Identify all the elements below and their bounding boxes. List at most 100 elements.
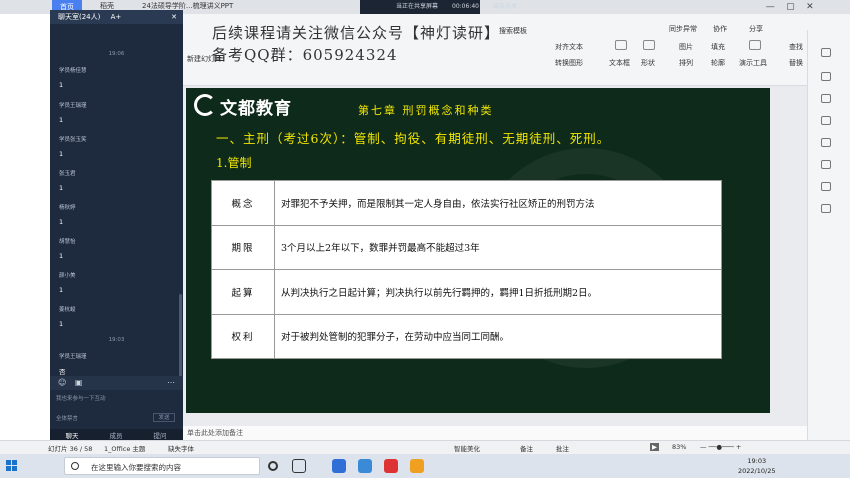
end-share-button[interactable]: 结束共享 <box>493 3 517 10</box>
replace-button[interactable]: 替换 <box>789 58 803 68</box>
taskbar-search[interactable]: 在这里输入你要搜索的内容 <box>64 457 260 475</box>
image-icon[interactable]: ▣ <box>75 378 83 387</box>
slide[interactable]: 文都教育 第七章 刑罚概念和种类 一、主刑（考过6次）：管制、拘役、有期徒刑、无… <box>186 88 770 413</box>
chat-msg-name: 胡慧怡 <box>59 239 76 245</box>
fill-button[interactable]: 填充 <box>711 42 725 52</box>
chat-msg-text: 1 <box>59 116 64 124</box>
notes-toggle[interactable]: 备注 <box>520 443 533 453</box>
app-icon-folder[interactable] <box>410 459 424 473</box>
row-value: 对罪犯不予关押，而是限制其一定人身自由，依法实行社区矫正的刑罚方法 <box>274 180 722 226</box>
wps-icon[interactable] <box>384 459 398 473</box>
outline-button[interactable]: 轮廓 <box>711 58 725 68</box>
chat-msg-name: 学员王瑞瑾 <box>59 103 87 109</box>
app-icon-p[interactable] <box>332 459 346 473</box>
presentation-tools-button[interactable]: 演示工具 <box>739 58 767 68</box>
collab-button[interactable]: 协作 <box>713 24 727 34</box>
screen-share-bar: 当正在共享屏幕 00:06:40 结束共享 <box>360 0 517 14</box>
font-size-icon[interactable]: A+ <box>111 13 122 21</box>
arrange-button[interactable]: 排列 <box>679 58 693 68</box>
status-bar: 幻灯片 36 / 58 1_Office 主题 缺失字体 智能美化 备注 批注 … <box>0 440 850 454</box>
chat-title: 聊天室(24人) <box>58 13 101 21</box>
window-controls[interactable]: — ▢ ✕ <box>760 0 850 14</box>
emoji-icon[interactable]: ☺ <box>58 378 66 387</box>
chat-msg-text: 1 <box>59 184 64 192</box>
row-key: 概念 <box>211 180 275 226</box>
shape-icon[interactable] <box>643 40 655 50</box>
help-icon[interactable] <box>821 138 831 147</box>
row-key: 起算 <box>211 269 275 315</box>
search-template[interactable]: 搜索模板 <box>499 26 527 36</box>
zoom-level[interactable]: 83% <box>672 443 686 451</box>
clock[interactable]: 19:03 2022/10/25 <box>738 456 775 476</box>
logo-text: 文都教育 <box>220 99 292 119</box>
close-icon[interactable]: ✕ <box>171 10 177 24</box>
row-value: 对于被判处管制的犯罪分子，在劳动中应当同工同酬。 <box>274 313 722 359</box>
clock-date: 2022/10/25 <box>738 467 776 475</box>
template-icon[interactable] <box>821 160 831 169</box>
sync-status[interactable]: 同步异常 <box>669 24 697 34</box>
comment-toggle[interactable]: 批注 <box>556 443 569 453</box>
logo-icon <box>194 94 216 116</box>
chat-msg-text: 1 <box>59 320 64 328</box>
find-button[interactable]: 查找 <box>789 42 803 52</box>
task-view-icon[interactable] <box>292 459 306 473</box>
location-icon[interactable] <box>821 182 831 191</box>
chat-scrollbar[interactable] <box>179 294 182 376</box>
windows-start-icon[interactable] <box>6 460 18 472</box>
adjust-icon[interactable] <box>821 48 831 57</box>
table-row: 期限 3个月以上2年以下，数罪并罚最高不能超过3年 <box>211 224 722 270</box>
clock-time: 19:03 <box>747 457 767 465</box>
smart-beautify[interactable]: 智能美化 <box>454 443 480 453</box>
chat-msg-name: 杨秋婷 <box>59 205 76 211</box>
slide-subheading: 1.管制 <box>216 156 252 170</box>
send-button[interactable]: 发送 <box>153 413 175 422</box>
shape-button[interactable]: 形状 <box>641 58 655 68</box>
chat-msg-name: 颜小美 <box>59 273 76 279</box>
transition-icon[interactable] <box>821 116 831 125</box>
chat-msg-name: 学员张玉笑 <box>59 137 87 143</box>
more-icon[interactable]: ⋯ <box>167 376 175 390</box>
search-icon <box>71 462 79 470</box>
share-timer: 00:06:40 <box>452 3 479 10</box>
notes-pane[interactable]: 单击此处添加备注 <box>183 426 807 440</box>
chat-msg-text: 1 <box>59 286 64 294</box>
chat-msg-text: 1 <box>59 252 64 260</box>
search-placeholder: 在这里输入你要搜索的内容 <box>91 463 181 472</box>
chat-msg-name: 姜杭峻 <box>59 307 76 313</box>
export-icon[interactable] <box>821 204 831 213</box>
table-row: 概念 对罪犯不予关押，而是限制其一定人身自由，依法实行社区矫正的刑罚方法 <box>211 180 722 226</box>
chapter-title: 第七章 刑罚概念和种类 <box>358 104 494 117</box>
chat-msg-text: 1 <box>59 81 64 89</box>
design-icon[interactable] <box>821 72 831 81</box>
missing-font[interactable]: 缺失字体 <box>168 443 194 453</box>
chat-msg-text: 否 <box>59 368 66 376</box>
animation-icon[interactable] <box>821 94 831 103</box>
watermark-line-1: 后续课程请关注微信公众号【神灯读研】 <box>212 24 501 42</box>
chat-msg-name: 学员王瑞瑾 <box>59 354 87 360</box>
convert-shape-button[interactable]: 转换图形 <box>555 58 583 68</box>
share-status: 当正在共享屏幕 <box>396 3 439 10</box>
app-icon-screen[interactable] <box>358 459 372 473</box>
textbox-button[interactable]: 文本框 <box>609 58 630 68</box>
row-value: 从判决执行之日起计算；判决执行以前先行羁押的，羁押1日折抵刑期2日。 <box>274 269 722 315</box>
slide-thumbnail-pane <box>0 14 50 445</box>
presentation-tools-icon[interactable] <box>749 40 761 50</box>
content-table: 概念 对罪犯不予关押，而是限制其一定人身自由，依法实行社区矫正的刑罚方法 期限 3个… <box>211 180 722 359</box>
chat-msg-text: 1 <box>59 150 64 158</box>
chat-msg-name: 张玉君 <box>59 171 76 177</box>
table-row: 权利 对于被判处管制的犯罪分子，在劳动中应当同工同酬。 <box>211 313 722 359</box>
theme-name: 1_Office 主题 <box>104 445 146 453</box>
picture-button[interactable]: 图片 <box>679 42 693 52</box>
chat-message-list[interactable]: 19:06 学员杨佳慧 1 学员王瑞瑾 1 学员张玉笑 1 张玉君 1 杨秋婷 … <box>50 24 183 376</box>
cortana-icon[interactable] <box>268 461 278 471</box>
mute-all-toggle[interactable]: 全体禁言 <box>56 414 78 422</box>
row-key: 期限 <box>211 224 275 270</box>
row-value: 3个月以上2年以下，数罪并罚最高不能超过3年 <box>274 224 722 270</box>
textbox-icon[interactable] <box>615 40 627 50</box>
play-icon[interactable]: ▶ <box>650 443 659 451</box>
align-text-button[interactable]: 对齐文本 <box>555 42 583 52</box>
taskbar: 在这里输入你要搜索的内容 19:03 2022/10/25 <box>0 454 850 478</box>
share-button[interactable]: 分享 <box>749 24 763 34</box>
chat-timestamp: 19:06 <box>108 51 125 57</box>
zoom-slider[interactable]: — ──●─── + <box>700 443 741 451</box>
